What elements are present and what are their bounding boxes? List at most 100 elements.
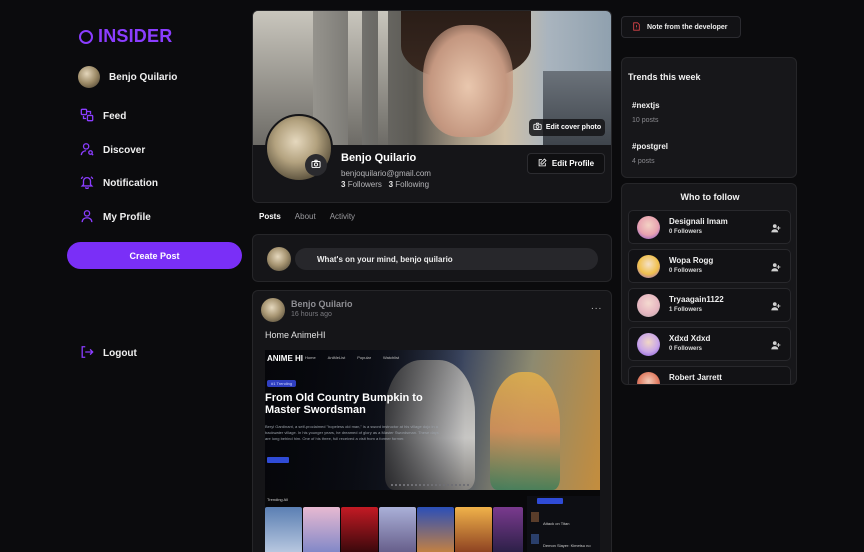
- sidebar-item-label: My Profile: [103, 212, 151, 223]
- avatar: [637, 333, 660, 356]
- follow-suggestion[interactable]: Robert Jarrett: [628, 366, 791, 384]
- cover-column: [348, 11, 362, 145]
- cover-column: [378, 11, 388, 145]
- right-sidebar: Note from the developer Trends this week…: [621, 0, 797, 552]
- image-fade: [265, 350, 465, 490]
- add-user-icon[interactable]: [771, 340, 781, 350]
- discover-user-icon: [80, 142, 94, 159]
- image-nav-item: AniMeList: [327, 355, 346, 360]
- follow-suggestion[interactable]: Tryaagain1122 1 Followers: [628, 288, 791, 322]
- post-composer: What's on your mind, benjo quilario: [252, 234, 612, 282]
- avatar: [637, 294, 660, 317]
- sidebar-item-label: Feed: [103, 111, 127, 122]
- change-avatar-button[interactable]: [305, 154, 327, 176]
- note-icon: [632, 21, 641, 33]
- image-nav: Home AniMeList Popular Watchlist: [305, 355, 399, 360]
- avatar: [637, 216, 660, 239]
- followers-count[interactable]: 3: [341, 180, 345, 189]
- trend-count: 4 posts: [632, 158, 655, 165]
- edit-profile-label: Edit Profile: [551, 159, 595, 168]
- follow-name: Tryaagain1122: [669, 295, 724, 304]
- sidebar-item-my-profile[interactable]: My Profile: [80, 209, 151, 226]
- image-thumbnail: [303, 507, 340, 552]
- sidebar-item-user[interactable]: Benjo Quilario: [78, 66, 177, 88]
- sidebar-item-discover[interactable]: Discover: [80, 142, 145, 159]
- tab-about[interactable]: About: [295, 212, 316, 221]
- who-to-follow-title: Who to follow: [680, 192, 740, 202]
- image-thumbnail: [341, 507, 378, 552]
- add-user-icon[interactable]: [771, 223, 781, 233]
- edit-cover-label: Edit cover photo: [545, 124, 602, 131]
- logout-button[interactable]: Logout: [80, 345, 137, 362]
- developer-note-label: Note from the developer: [647, 23, 728, 31]
- post-image[interactable]: ANIME HI Home AniMeList Popular Watchlis…: [265, 350, 600, 552]
- sidebar-item-notification[interactable]: Notification: [80, 175, 158, 192]
- image-thumbnail: [493, 507, 523, 552]
- post-card: Benjo Quilario 16 hours ago ... Home Ani…: [252, 290, 612, 552]
- brand-logo[interactable]: INSIDER: [79, 26, 172, 47]
- main-feed: Edit cover photo Benjo Quilario benjoqui…: [252, 0, 612, 552]
- tab-posts[interactable]: Posts: [259, 212, 281, 221]
- avatar: [637, 255, 660, 278]
- following-count[interactable]: 3: [389, 180, 393, 189]
- image-side-item: Demon Slayer: Kimetsu no Yaiba: [531, 534, 596, 548]
- image-hero: [265, 350, 600, 490]
- post-author[interactable]: Benjo Quilario: [291, 299, 353, 309]
- image-character: [490, 372, 560, 490]
- left-sidebar: INSIDER Benjo Quilario Feed Discover Not…: [67, 0, 243, 552]
- developer-note-button[interactable]: Note from the developer: [621, 16, 741, 38]
- sidebar-item-feed[interactable]: Feed: [80, 108, 126, 125]
- follow-suggestion[interactable]: Xdxd Xdxd 0 Followers: [628, 327, 791, 361]
- logout-icon: [80, 345, 94, 362]
- followers-label[interactable]: Followers: [348, 180, 382, 189]
- sidebar-item-label: Discover: [103, 145, 146, 156]
- tab-activity[interactable]: Activity: [330, 212, 355, 221]
- bell-icon: [80, 175, 94, 192]
- app-root: INSIDER Benjo Quilario Feed Discover Not…: [0, 0, 864, 552]
- feed-icon: [80, 108, 94, 125]
- follow-count: 1 Followers: [669, 307, 703, 313]
- follow-name: Designali Imam: [669, 217, 728, 226]
- image-side-panel: Attack on Titan Demon Slayer: Kimetsu no…: [527, 496, 600, 552]
- image-carousel-dots: [391, 484, 471, 486]
- composer-input[interactable]: What's on your mind, benjo quilario: [295, 248, 598, 270]
- image-brand: ANIME HI: [267, 354, 303, 363]
- image-title: From Old Country Bumpkin to Master Sword…: [265, 392, 423, 416]
- image-thumbnail: [379, 507, 416, 552]
- post-time: 16 hours ago: [291, 311, 332, 318]
- add-user-icon[interactable]: [771, 301, 781, 311]
- profile-tabs: Posts About Activity: [259, 212, 355, 221]
- trend-tag[interactable]: #nextjs: [632, 101, 660, 110]
- image-thumbnail: [455, 507, 492, 552]
- trend-count: 10 posts: [632, 117, 659, 124]
- camera-icon: [533, 122, 542, 133]
- post-caption: Home AnimeHI: [265, 330, 326, 340]
- follow-suggestion[interactable]: Designali Imam 0 Followers: [628, 210, 791, 244]
- sidebar-user-name: Benjo Quilario: [109, 71, 178, 83]
- image-watch-button: [267, 457, 289, 463]
- image-tag: #1 Trending: [267, 380, 297, 387]
- avatar[interactable]: [261, 298, 285, 322]
- image-description: Beryl Gardinant, a self-proclaimed "hope…: [265, 424, 439, 441]
- add-user-icon[interactable]: [771, 262, 781, 272]
- who-to-follow-panel: Who to follow Designali Imam 0 Followers…: [621, 183, 797, 385]
- post-menu-button[interactable]: ...: [591, 301, 602, 312]
- create-post-button[interactable]: Create Post: [67, 242, 242, 269]
- follow-count: 0 Followers: [669, 229, 703, 235]
- follow-suggestion[interactable]: Wopa Rogg 0 Followers: [628, 249, 791, 283]
- image-side-tab: [537, 498, 563, 504]
- trend-tag[interactable]: #postgrel: [632, 142, 668, 151]
- logo-ring-icon: [79, 29, 93, 44]
- profile-stats: 3 Followers 3 Following: [341, 180, 429, 189]
- follow-count: 0 Followers: [669, 346, 703, 352]
- image-row-label: Trending All: [267, 497, 288, 502]
- trends-panel: Trends this week #nextjs 10 posts #postg…: [621, 57, 797, 178]
- edit-cover-photo-button[interactable]: Edit cover photo: [529, 119, 605, 136]
- brand-name: INSIDER: [98, 26, 173, 46]
- image-nav-item: Watchlist: [383, 355, 400, 360]
- image-side-item: Attack on Titan: [531, 512, 596, 526]
- follow-name: Robert Jarrett: [669, 373, 722, 382]
- profile-name: Benjo Quilario: [341, 152, 417, 164]
- edit-profile-button[interactable]: Edit Profile: [527, 153, 605, 174]
- following-label[interactable]: Following: [395, 180, 429, 189]
